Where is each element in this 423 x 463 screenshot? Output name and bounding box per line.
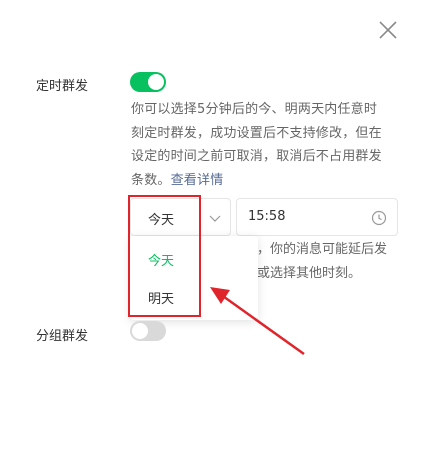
description-line: 你可以选择5分钟后的今、明两天内任意时 (131, 102, 378, 117)
description-line: 设定的时间之前可取消，取消后不占用群发 (131, 149, 382, 164)
scheduled-send-label: 定时群发 (36, 79, 89, 94)
toggle-knob (132, 323, 148, 339)
description-line: 刻定时群发，成功设置后不支持修改，但在 (131, 125, 382, 141)
details-link[interactable]: 查看详情 (171, 173, 224, 188)
time-select-value: 15:58 (248, 209, 286, 224)
toggle-knob (148, 74, 164, 90)
description-line: 条数。 (131, 172, 171, 188)
group-send-toggle[interactable] (130, 321, 166, 341)
scheduled-send-description: 你可以选择5分钟后的今、明两天内任意时 刻定时群发，成功设置后不支持修改，但在 … (131, 98, 403, 192)
chevron-down-icon (209, 215, 221, 222)
annotation-arrow (210, 287, 305, 356)
annotation-highlight-box (128, 195, 201, 317)
close-icon (379, 21, 397, 39)
time-select[interactable]: 15:58 (236, 198, 398, 236)
close-button[interactable] (376, 18, 400, 42)
clock-icon (371, 210, 387, 226)
group-send-label: 分组群发 (36, 329, 89, 344)
scheduled-send-toggle[interactable] (130, 72, 166, 92)
